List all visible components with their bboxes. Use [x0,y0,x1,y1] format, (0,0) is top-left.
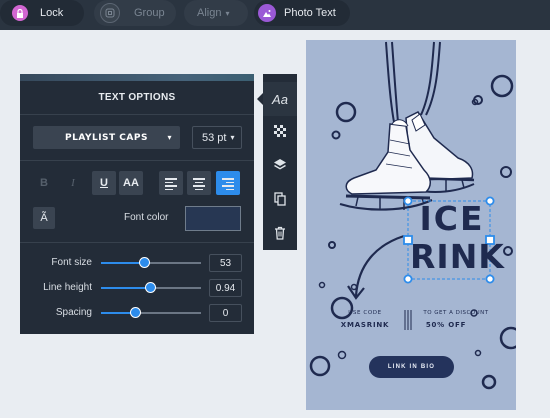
align-left-icon [165,185,177,187]
spacing-value[interactable]: 0 [209,304,242,322]
font-size-value[interactable]: 53 [209,254,242,272]
arrow-graphic [347,234,405,300]
group-button[interactable]: Group [94,0,176,26]
lock-icon [12,5,28,21]
lock-button[interactable]: Lock [0,0,84,26]
decor-ring [331,130,341,140]
chevron-down-icon: ▾ [225,8,230,18]
use-code-label: USE CODE [348,310,382,316]
decor-ring [318,281,326,289]
divider [20,160,254,161]
decor-ring [309,355,331,377]
chevron-down-icon: ▾ [230,133,235,142]
layers-icon [274,159,286,170]
group-label: Group [134,7,165,19]
text-icon: Aa [272,91,288,107]
align-right-icon [226,188,234,190]
line-height-slider[interactable] [101,282,201,293]
uppercase-button[interactable]: AA [119,171,143,195]
font-size-select-value: 53 pt [202,131,227,144]
align-center-icon [193,185,205,187]
align-left-button[interactable] [159,171,183,195]
group-icon [100,3,120,23]
spacing-slider[interactable] [101,307,201,318]
align-right-icon [226,181,234,183]
duplicate-button[interactable] [263,182,297,216]
font-color-swatch[interactable] [185,206,241,231]
skate-laces [385,41,441,123]
chevron-down-icon: ▾ [167,133,172,142]
decor-ring [490,74,514,98]
layers-button[interactable] [263,148,297,182]
panel-title: TEXT OPTIONS [98,92,176,103]
align-dropdown[interactable]: Align ▾ [184,0,248,26]
font-family-select[interactable]: PLAYLIST CAPS ▾ [33,126,180,149]
underline-button[interactable]: U [92,171,116,195]
font-size-select[interactable]: 53 pt ▾ [192,126,242,149]
heading-ice[interactable]: ICE [414,200,490,238]
promo-code: XMASRINK [340,321,390,329]
link-in-bio-button[interactable]: LINK IN BIO [369,356,454,378]
decor-ring [481,374,497,390]
photo-text-label: Photo Text [284,7,336,19]
align-left-icon [165,188,173,190]
align-left-icon [165,181,173,183]
divider [20,114,254,115]
text-options-panel: TEXT OPTIONS PLAYLIST CAPS ▾ 53 pt ▾ B I… [20,74,254,334]
lock-label: Lock [40,7,64,19]
align-right-icon [222,178,234,180]
decor-ring [500,166,512,178]
trash-icon [275,226,285,240]
slider-handle[interactable] [145,282,156,293]
photo-text-button[interactable]: Photo Text [254,0,350,26]
decor-ring [499,326,516,350]
align-right-icon [222,185,234,187]
special-characters-button[interactable]: Ã [33,207,55,229]
align-left-icon [165,178,177,180]
bold-button[interactable]: B [33,171,55,195]
slider-handle[interactable] [139,257,150,268]
align-label: Align [197,7,222,19]
slider-handle[interactable] [130,307,141,318]
divider [20,242,254,243]
font-size-label: Font size [51,257,92,268]
text-options-button[interactable]: Aa [263,82,297,116]
decor-ring [335,101,357,123]
side-toolbar: Aa [257,74,297,250]
decor-ring [474,349,482,357]
decor-ring [503,246,513,256]
duplicate-icon [274,192,286,206]
heading-rink[interactable]: RINK [410,238,504,276]
transparency-icon [274,125,286,137]
align-center-button[interactable] [187,171,211,195]
font-family-value: PLAYLIST CAPS [65,132,148,143]
line-height-label: Line height [43,282,92,293]
decor-ring [337,350,347,360]
italic-button[interactable]: I [64,171,82,195]
design-artboard[interactable]: ICE RINK USE CODE XMASRINK TO GET A DISC… [306,40,516,410]
slider-fill [101,287,150,289]
align-right-button[interactable] [216,171,240,195]
top-toolbar: Lock Group Align ▾ Photo Text [0,0,550,30]
decor-ring [328,241,336,249]
discount-label: TO GET A DISCOUNT [423,310,489,316]
slider-fill [101,262,144,264]
align-center-icon [193,178,205,180]
font-size-slider[interactable] [101,257,201,268]
line-height-value[interactable]: 0.94 [209,279,242,297]
align-center-icon [195,188,203,190]
transparency-button[interactable] [263,114,297,148]
delete-button[interactable] [263,216,297,250]
discount-value: 50% OFF [425,321,467,329]
font-color-label: Font color [124,212,169,223]
code-divider [404,310,412,330]
photo-text-icon [258,4,276,22]
spacing-label: Spacing [55,307,92,318]
panel-accent-bar [20,74,254,81]
align-center-icon [195,181,203,183]
